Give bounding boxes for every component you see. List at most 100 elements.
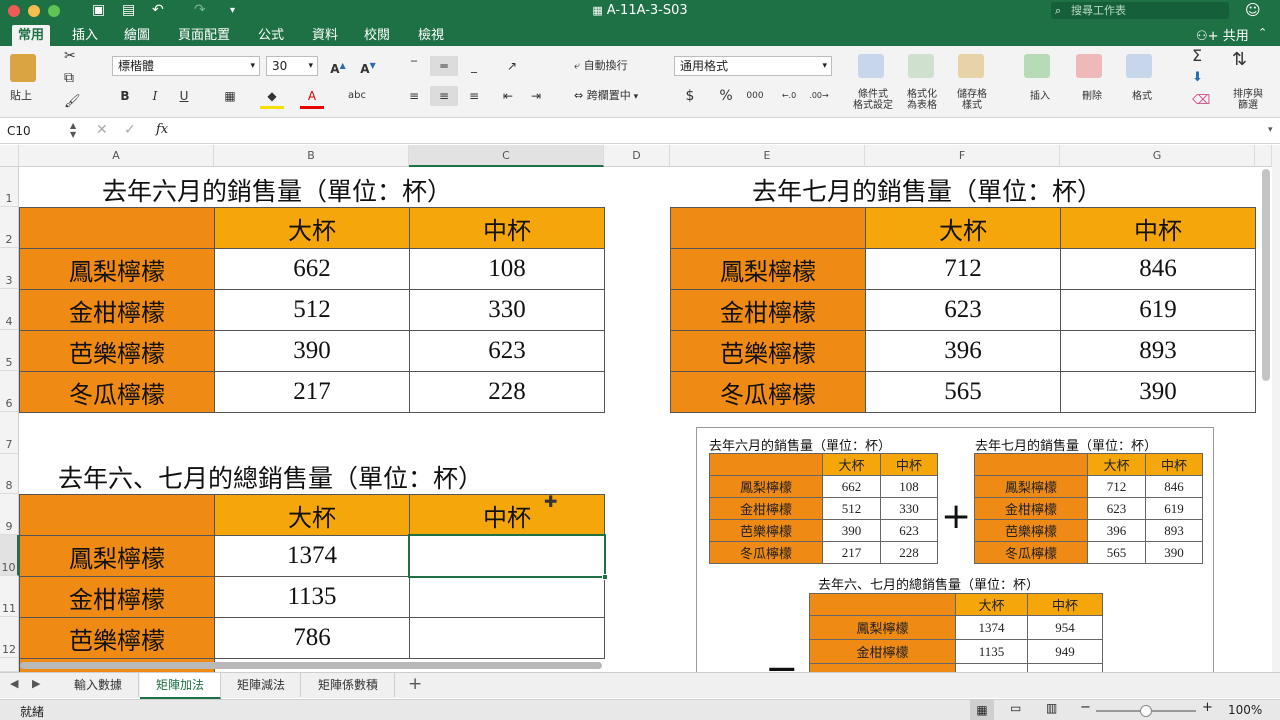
page-break-view-icon[interactable]: ▥ — [1046, 701, 1057, 715]
total-cell-medium[interactable] — [409, 617, 605, 659]
decrease-indent-icon[interactable]: ⇤ — [496, 86, 520, 106]
tab-view[interactable]: 檢視 — [412, 25, 450, 46]
total-row-label[interactable]: 金柑檸檬 — [19, 576, 215, 618]
july-header-large[interactable]: 大杯 — [865, 207, 1061, 249]
merge-center-button[interactable]: ⇔ 跨欄置中 ▾ — [574, 86, 658, 106]
june-corner-cell[interactable] — [19, 207, 215, 249]
july-cell-large[interactable]: 565 — [865, 371, 1061, 413]
july-row-label[interactable]: 芭樂檸檬 — [670, 330, 866, 372]
sheet-tab-matrix-addition[interactable]: 矩陣加法 — [140, 673, 221, 699]
sheet-tab-matrix-scalar[interactable]: 矩陣係數積 — [302, 673, 395, 697]
expand-formula-icon[interactable]: ▾ — [1268, 125, 1273, 135]
horizontal-scrollbar-thumb[interactable] — [20, 662, 602, 669]
vertical-scrollbar-thumb[interactable] — [1262, 169, 1270, 381]
row-header-11[interactable]: 11 — [0, 576, 19, 617]
zoom-level[interactable]: 100% — [1228, 703, 1262, 717]
total-corner-cell[interactable] — [19, 494, 215, 536]
total-row-label[interactable]: 芭樂檸檬 — [19, 617, 215, 659]
underline-button[interactable]: U — [172, 86, 196, 106]
july-cell-medium[interactable]: 846 — [1060, 248, 1256, 290]
font-size-select[interactable]: 30 ▾ — [266, 56, 318, 76]
row-header-2[interactable]: 2 — [0, 207, 19, 248]
increase-font-size-button[interactable]: A▲ — [326, 56, 350, 76]
july-cell-medium[interactable]: 893 — [1060, 330, 1256, 372]
active-cell-selection[interactable] — [408, 534, 606, 578]
column-header-g[interactable]: G — [1060, 145, 1255, 167]
tab-draw[interactable]: 繪圖 — [118, 25, 156, 46]
name-box[interactable]: C10 — [4, 122, 78, 141]
orientation-icon[interactable]: ↗ — [496, 56, 528, 76]
column-header-d[interactable]: D — [604, 145, 670, 167]
row-header-10[interactable]: 10 — [0, 535, 19, 576]
conditional-format-icon[interactable] — [858, 54, 884, 78]
june-cell-large[interactable]: 512 — [214, 289, 410, 331]
increase-indent-icon[interactable]: ⇥ — [524, 86, 548, 106]
zoom-slider-thumb[interactable] — [1140, 705, 1152, 717]
sort-filter-icon[interactable]: ⇅ — [1232, 51, 1247, 69]
june-cell-medium[interactable]: 108 — [409, 248, 605, 290]
row-header-6[interactable]: 6 — [0, 371, 19, 412]
july-cell-large[interactable]: 712 — [865, 248, 1061, 290]
cancel-entry-icon[interactable]: ✕ — [96, 122, 108, 138]
name-box-stepper-icon[interactable]: ▲ ▼ — [70, 121, 76, 139]
scroll-sheets-left-icon[interactable]: ◀ — [10, 677, 18, 690]
total-cell-large[interactable]: 1135 — [214, 576, 410, 618]
june-cell-medium[interactable]: 228 — [409, 371, 605, 413]
phonetic-icon[interactable]: abc — [344, 86, 370, 106]
number-format-select[interactable]: 通用格式 ▾ — [674, 56, 832, 76]
align-center-icon[interactable]: ≡ — [430, 86, 458, 106]
sheet-tab-matrix-subtraction[interactable]: 矩陣減法 — [222, 673, 301, 697]
borders-icon[interactable]: ▦ — [218, 86, 242, 106]
column-header-c[interactable]: C — [409, 145, 604, 167]
add-sheet-icon[interactable]: + — [408, 674, 422, 694]
total-cell-large[interactable]: 1374 — [214, 535, 410, 577]
june-cell-large[interactable]: 662 — [214, 248, 410, 290]
july-row-label[interactable]: 冬瓜檸檬 — [670, 371, 866, 413]
align-left-icon[interactable]: ≡ — [402, 86, 426, 106]
italic-button[interactable]: I — [144, 86, 166, 106]
cut-icon[interactable]: ✂ — [64, 49, 76, 63]
insert-cells-icon[interactable] — [1024, 54, 1050, 78]
tab-review[interactable]: 校閱 — [358, 25, 396, 46]
june-cell-medium[interactable]: 623 — [409, 330, 605, 372]
total-cell-large[interactable]: 786 — [214, 617, 410, 659]
column-header-b[interactable]: B — [214, 145, 409, 167]
row-header-9[interactable]: 9 — [0, 494, 19, 535]
search-sheet-input[interactable]: ⌕ 搜尋工作表 — [1051, 2, 1229, 19]
clear-icon[interactable]: ⌫ — [1192, 94, 1210, 107]
june-header-large[interactable]: 大杯 — [214, 207, 410, 249]
align-middle-icon[interactable]: ═ — [430, 56, 458, 76]
confirm-entry-icon[interactable]: ✓ — [124, 122, 136, 138]
font-name-select[interactable]: 標楷體 ▾ — [112, 56, 260, 76]
delete-cells-icon[interactable] — [1076, 54, 1102, 78]
cell-styles-icon[interactable] — [958, 54, 984, 78]
july-row-label[interactable]: 鳳梨檸檬 — [670, 248, 866, 290]
july-cell-large[interactable]: 623 — [865, 289, 1061, 331]
july-cell-large[interactable]: 396 — [865, 330, 1061, 372]
normal-view-icon[interactable]: ▦ — [970, 700, 994, 720]
currency-button[interactable]: $ — [676, 86, 704, 106]
comma-style-button[interactable]: 000 — [742, 86, 768, 106]
decrease-decimal-icon[interactable]: .00→ — [806, 86, 832, 106]
total-header-large[interactable]: 大杯 — [214, 494, 410, 536]
align-bottom-icon[interactable]: _ — [462, 56, 486, 76]
formula-input[interactable] — [180, 121, 1260, 141]
june-row-label[interactable]: 冬瓜檸檬 — [19, 371, 215, 413]
insert-function-button[interactable]: fx — [156, 122, 168, 137]
format-as-table-icon[interactable] — [908, 54, 934, 78]
total-row-label[interactable]: 鳳梨檸檬 — [19, 535, 215, 577]
row-header-1[interactable]: 1 — [0, 167, 19, 207]
june-row-label[interactable]: 金柑檸檬 — [19, 289, 215, 331]
total-header-medium[interactable]: 中杯 — [409, 494, 605, 536]
align-right-icon[interactable]: ≡ — [462, 86, 486, 106]
total-cell-medium[interactable] — [409, 576, 605, 618]
tab-data[interactable]: 資料 — [306, 25, 344, 46]
page-layout-view-icon[interactable]: ▭ — [1010, 701, 1021, 715]
row-header-7[interactable]: 7 — [0, 412, 19, 454]
sheet-tab-input-data[interactable]: 輸入數據 — [58, 673, 139, 697]
june-cell-large[interactable]: 390 — [214, 330, 410, 372]
embedded-picture[interactable]: 去年六月的銷售量（單位：杯） 去年七月的銷售量（單位：杯） 大杯 中杯 鳳梨檸檬… — [696, 427, 1214, 672]
fill-down-icon[interactable]: ⬇ — [1192, 71, 1203, 84]
column-header-f[interactable]: F — [865, 145, 1060, 167]
column-header-e[interactable]: E — [670, 145, 865, 167]
